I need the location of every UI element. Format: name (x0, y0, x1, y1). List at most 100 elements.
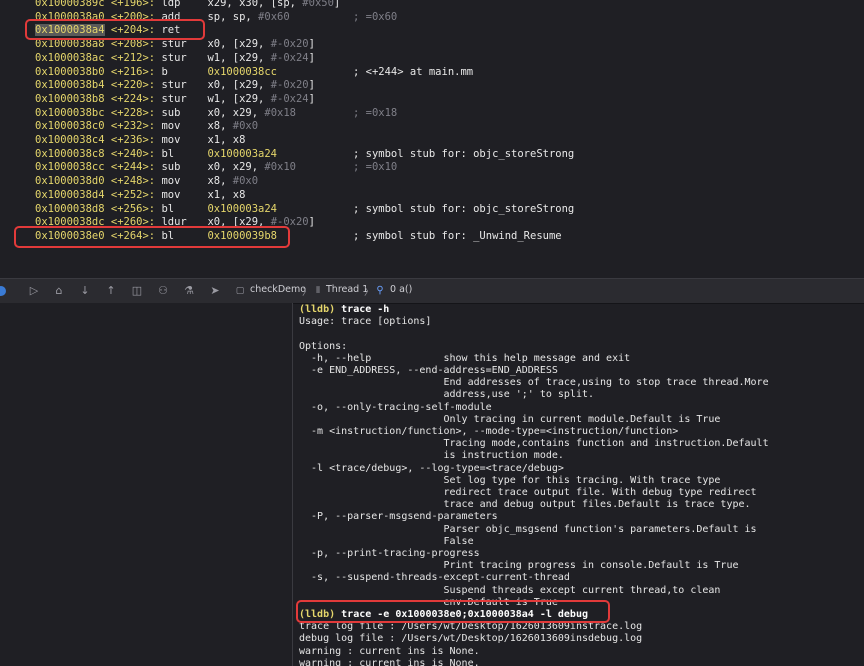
instruction-operands-tail: ] (308, 92, 315, 105)
disassembly-line[interactable]: 0x10000389c <+196>: ldp x29, x30, [sp, #0… (35, 0, 835, 10)
instruction-operands-tail: ] (308, 51, 315, 64)
instruction-offset: <+212>: (110, 51, 156, 64)
console-output-line: -P, --parser-msgsend-parameters (299, 511, 498, 523)
instruction-operands: x8, (207, 120, 233, 133)
disassembly-line[interactable]: 0x1000038d4 <+252>: mov x1, x8 (35, 188, 835, 202)
disassembly-line[interactable]: 0x1000038c4 <+236>: mov x1, x8 (35, 133, 835, 147)
instruction-mnemonic: sub (161, 161, 181, 174)
disassembly-line[interactable]: 0x1000038bc <+228>: sub x0, x29, #0x18 ; =… (35, 106, 835, 120)
disassembly-line[interactable]: 0x1000038c8 <+240>: bl 0x100003a24 ; symbo… (35, 147, 835, 161)
instruction-immediate: #0x0 (232, 120, 259, 133)
instruction-comment: ; =0x60 (353, 10, 398, 23)
highlight-ret-box (25, 19, 205, 40)
console-output-line: -s, --suspend-threads-except-current-thr… (299, 572, 570, 584)
instruction-operands-tail: ] (308, 38, 315, 51)
instruction-immediate: #-0x24 (270, 51, 309, 64)
breadcrumb-frame[interactable]: 0 a() (390, 284, 412, 295)
highlight-trace-command-box (296, 600, 610, 623)
instruction-comment: ; =0x18 (353, 106, 398, 119)
console-output-line: Usage: trace [options] (299, 316, 432, 328)
console-output-line: -m <instruction/function>, --mode-type=<… (299, 426, 679, 437)
scheme-icon: ▢ (235, 286, 245, 296)
continue-icon[interactable]: ▷ (26, 283, 42, 299)
location-icon[interactable]: ➤ (207, 283, 223, 299)
instruction-immediate: #-0x24 (270, 92, 309, 105)
instruction-operands: x1, x8 (207, 134, 246, 146)
disassembly-line[interactable]: 0x1000038b8 <+224>: stur w1, [x29, #-0x24… (35, 92, 835, 106)
console-command-line: (lldb) trace -h (299, 304, 389, 316)
step-over-icon[interactable]: ⌂ (51, 283, 67, 299)
console-output-line: False (299, 535, 474, 547)
instruction-address: 0x1000038bc (35, 106, 105, 119)
variables-pane[interactable] (0, 303, 292, 666)
disassembly-line[interactable]: 0x1000038c0 <+232>: mov x8, #0x0 (35, 119, 835, 133)
instruction-address: 0x1000038b0 (35, 65, 105, 78)
instruction-address: 0x1000038d4 (35, 188, 105, 201)
instruction-offset: <+216>: (110, 65, 156, 78)
instruction-mnemonic: ldp (161, 0, 181, 9)
console-output-line: redirect trace output file. With debug t… (299, 487, 757, 498)
breakpoint-toggle-button[interactable] (0, 286, 6, 296)
instruction-address: 0x1000038b4 (35, 79, 105, 92)
instruction-offset: <+232>: (110, 120, 156, 133)
view-hierarchy-icon[interactable]: ◫ (129, 283, 145, 299)
instruction-operands: w1, [x29, (207, 92, 271, 105)
console-output-line: debug log file : /Users/wt/Desktop/16260… (299, 633, 643, 645)
instruction-immediate: #0x0 (232, 175, 259, 188)
memory-graph-icon[interactable]: ⚇ (155, 283, 171, 299)
instruction-comment: ; symbol stub for: objc_storeStrong (353, 147, 575, 160)
instruction-mnemonic: bl (161, 202, 175, 215)
console-output-line: -p, --print-tracing-progress (299, 548, 480, 559)
console-output-line: -l <trace/debug>, --log-type=<trace/debu… (299, 462, 564, 474)
instruction-mnemonic: sub (161, 106, 181, 119)
debug-toolbar: ▷ ⌂ ↓ ↑ ◫ ⚇ ⚗ ➤ ▢ checkDemo 〉 ⫴ Thread 1… (0, 278, 864, 304)
instruction-mnemonic: bl (161, 147, 175, 160)
instruction-mnemonic: mov (161, 175, 181, 188)
console-output-line: Only tracing in current module.Default i… (299, 413, 721, 425)
instruction-address: 0x1000038ac (35, 51, 105, 64)
instruction-address: 0x1000038cc (35, 161, 105, 174)
disassembly-line[interactable]: 0x1000038d8 <+256>: bl 0x100003a24 ; symbo… (35, 202, 835, 216)
instruction-comment: ; <+244> at main.mm (353, 65, 474, 78)
console-output-line: Suspend threads except current thread,to… (299, 584, 721, 596)
console-output-line: trace log file : /Users/wt/Desktop/16260… (299, 621, 643, 633)
instruction-offset: <+252>: (110, 188, 156, 201)
pane-divider[interactable] (292, 303, 293, 666)
instruction-operands: x29, x30, [sp, (207, 0, 303, 9)
instruction-address: 0x1000038b8 (35, 92, 105, 105)
disassembly-line[interactable]: 0x1000038b4 <+220>: stur x0, [x29, #-0x20… (35, 78, 835, 92)
instruction-operands: x0, x29, (207, 106, 265, 119)
instruction-mnemonic: stur (161, 79, 187, 92)
instruction-immediate: #0x50 (302, 0, 334, 9)
instruction-immediate: #0x60 (258, 10, 290, 23)
instruction-offset: <+244>: (110, 161, 156, 174)
lldb-prompt: (lldb) (299, 304, 336, 315)
environment-icon[interactable]: ⚗ (181, 283, 197, 299)
instruction-operands: sp, sp, (207, 10, 259, 23)
step-into-icon[interactable]: ↓ (77, 283, 93, 299)
step-out-icon[interactable]: ↑ (103, 283, 119, 299)
instruction-operands: x0, x29, (207, 161, 265, 174)
instruction-operands: x1, x8 (207, 188, 246, 201)
instruction-offset: <+224>: (110, 92, 156, 105)
console-output-line: warning : current ins is None. (299, 645, 480, 657)
disassembly-line[interactable]: 0x1000038ac <+212>: stur w1, [x29, #-0x24… (35, 51, 835, 65)
instruction-mnemonic: stur (161, 51, 187, 64)
instruction-comment: ; =0x10 (353, 161, 398, 174)
disassembly-line[interactable]: 0x1000038b0 <+216>: b 0x1000038cc ; <+244>… (35, 65, 835, 79)
instruction-comment: ; symbol stub for: objc_storeStrong (353, 202, 575, 215)
instruction-offset: <+236>: (110, 134, 156, 146)
breadcrumb-thread[interactable]: Thread 1 (326, 284, 368, 295)
console-output-line: Set log type for this tracing. With trac… (299, 474, 721, 486)
disassembly-line[interactable]: 0x1000038cc <+244>: sub x0, x29, #0x10 ; =… (35, 160, 835, 174)
instruction-mnemonic: mov (161, 134, 181, 146)
console-output-line: trace and debug output files.Default is … (299, 499, 751, 511)
breadcrumb-scheme[interactable]: checkDemo (250, 284, 306, 295)
disassembly-line[interactable]: 0x1000038d0 <+248>: mov x8, #0x0 (35, 174, 835, 188)
instruction-operands: x0, [x29, (207, 79, 271, 92)
instruction-mnemonic: mov (161, 120, 181, 133)
console-output-line: Parser objc_msgsend function's parameter… (299, 523, 757, 535)
instruction-address: 0x1000038d8 (35, 202, 105, 215)
instruction-immediate: #0x10 (264, 161, 296, 174)
instruction-operands-tail: ] (308, 79, 315, 92)
